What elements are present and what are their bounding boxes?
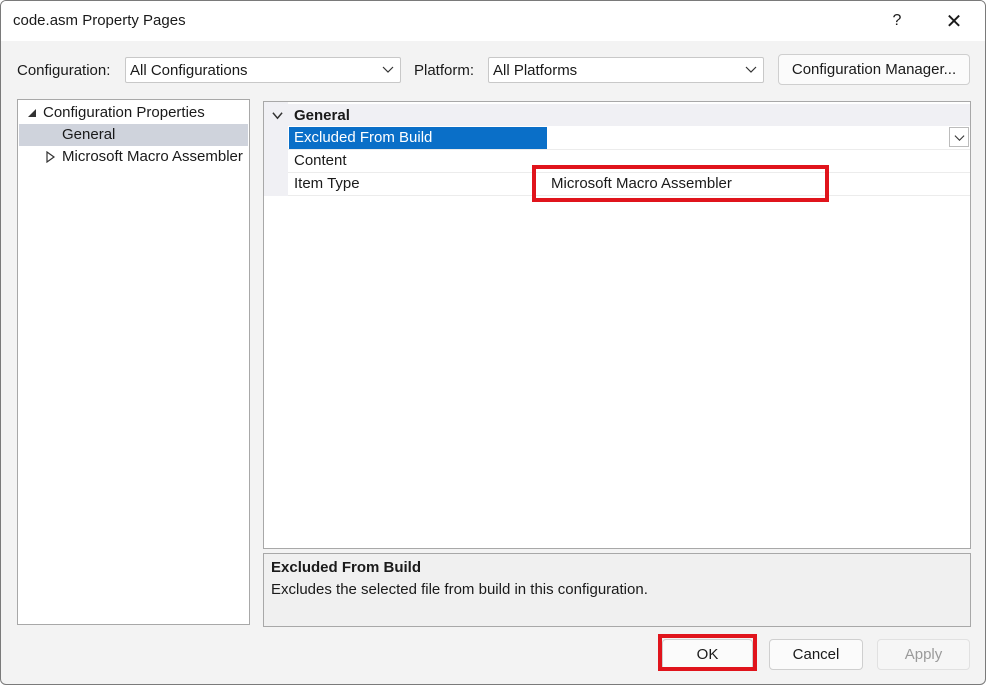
tree-item-label: Configuration Properties bbox=[43, 104, 205, 121]
close-button[interactable]: ✕ bbox=[931, 1, 977, 41]
value-dropdown-button[interactable] bbox=[949, 127, 969, 147]
category-label: General bbox=[294, 107, 350, 124]
close-icon: ✕ bbox=[945, 10, 963, 33]
configuration-dropdown[interactable]: All Configurations bbox=[125, 57, 401, 83]
row-divider bbox=[288, 195, 970, 196]
description-panel: Excluded From Build Excludes the selecte… bbox=[263, 553, 971, 627]
platform-dropdown[interactable]: All Platforms bbox=[488, 57, 764, 83]
property-item-type[interactable]: Item Type bbox=[289, 173, 547, 195]
property-pages-dialog: code.asm Property Pages ? ✕ Configuratio… bbox=[0, 0, 986, 685]
description-text: Excludes the selected file from build in… bbox=[271, 581, 648, 598]
property-tree: Configuration Properties General Microso… bbox=[17, 99, 250, 625]
help-button[interactable]: ? bbox=[874, 1, 920, 41]
chevron-down-icon[interactable] bbox=[272, 110, 283, 121]
configuration-manager-button[interactable]: Configuration Manager... bbox=[778, 54, 970, 85]
chevron-down-icon bbox=[382, 66, 394, 73]
tree-item-microsoft-macro-assembler[interactable]: Microsoft Macro Assembler bbox=[18, 146, 249, 168]
configuration-value: All Configurations bbox=[130, 62, 248, 79]
tree-item-label: Microsoft Macro Assembler bbox=[62, 148, 243, 165]
property-excluded-from-build[interactable]: Excluded From Build bbox=[289, 127, 547, 149]
chevron-down-icon bbox=[954, 134, 964, 141]
platform-value: All Platforms bbox=[493, 62, 578, 79]
title-bar: code.asm Property Pages ? ✕ bbox=[1, 1, 985, 41]
tree-item-label: General bbox=[62, 126, 116, 143]
category-row-general[interactable]: General bbox=[264, 104, 970, 126]
cancel-button[interactable]: Cancel bbox=[769, 639, 863, 670]
tree-item-general[interactable]: General bbox=[19, 124, 248, 146]
platform-label: Platform: bbox=[414, 62, 475, 79]
property-value-item-type[interactable]: Microsoft Macro Assembler bbox=[551, 173, 732, 195]
expanded-triangle-icon[interactable] bbox=[26, 107, 38, 119]
description-title: Excluded From Build bbox=[271, 559, 422, 576]
configuration-label: Configuration: bbox=[17, 62, 111, 79]
apply-button: Apply bbox=[877, 639, 970, 670]
property-content[interactable]: Content bbox=[289, 150, 547, 172]
property-grid: General Excluded From Build Content Item… bbox=[263, 101, 971, 549]
help-icon: ? bbox=[892, 12, 902, 29]
dialog-title: code.asm Property Pages bbox=[13, 12, 186, 29]
chevron-down-icon bbox=[745, 66, 757, 73]
collapsed-triangle-icon[interactable] bbox=[45, 151, 57, 163]
ok-button[interactable]: OK bbox=[662, 639, 753, 670]
tree-item-configuration-properties[interactable]: Configuration Properties bbox=[18, 102, 249, 124]
